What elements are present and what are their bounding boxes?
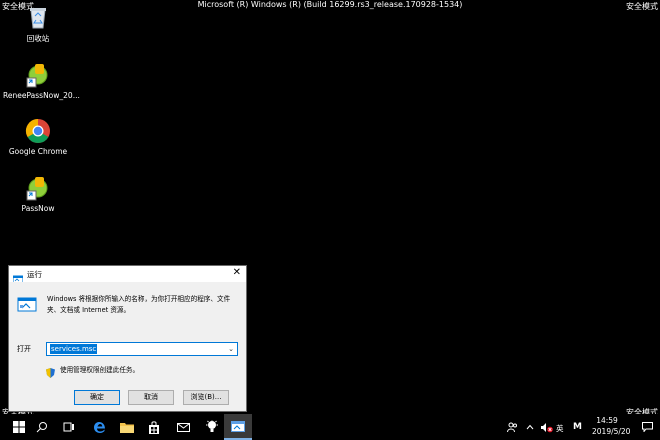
cancel-button[interactable]: 取消 — [128, 390, 174, 405]
run-dialog-title: 运行 — [27, 269, 42, 279]
action-center-icon[interactable] — [640, 414, 654, 440]
clock-time: 14:59 — [596, 416, 618, 425]
task-view-icon[interactable] — [58, 414, 80, 440]
desktop-icon-reneepassnow[interactable]: ReneePassNow_20... — [3, 62, 80, 100]
desktop-icon-label: PassNow — [21, 204, 55, 213]
search-icon[interactable] — [31, 414, 53, 440]
tips-icon[interactable] — [200, 414, 224, 440]
mail-icon[interactable] — [172, 414, 194, 440]
run-titlebar[interactable]: 运行 ✕ — [9, 266, 246, 284]
ime-mode-indicator[interactable]: 英 — [556, 423, 564, 434]
run-app-icon — [12, 269, 24, 284]
windows-build-title: Microsoft (R) Windows (R) (Build 16299.r… — [197, 0, 463, 9]
ok-button[interactable]: 确定 — [74, 390, 120, 405]
ime-letter-indicator[interactable]: M — [573, 422, 582, 432]
shield-icon — [46, 363, 55, 378]
store-icon[interactable] — [143, 414, 165, 440]
desktop-icon-recycle-bin[interactable]: 回收站 — [5, 4, 71, 44]
browse-button[interactable]: 浏览(B)... — [183, 390, 229, 405]
edge-icon[interactable] — [88, 414, 110, 440]
clock[interactable]: 14:59 2019/5/20 — [592, 416, 631, 436]
run-footer: 确定 取消 浏览(B)... — [9, 383, 246, 411]
reneepassnow-icon — [25, 62, 51, 88]
desktop-icon-passnow[interactable]: PassNow — [3, 175, 73, 213]
close-icon[interactable]: ✕ — [233, 268, 241, 278]
taskbar-run-item[interactable] — [224, 414, 252, 440]
run-dialog: 运行 ✕ Windows 将根据你所输入的名称，为你打开相应的程序、文件夹、文档… — [8, 265, 247, 412]
run-large-icon — [17, 296, 37, 312]
run-body: Windows 将根据你所输入的名称，为你打开相应的程序、文件夹、文档或 Int… — [9, 282, 246, 382]
taskbar: 英 M 14:59 2019/5/20 — [0, 414, 660, 440]
open-label: 打开 — [17, 345, 31, 353]
open-input-value: services.msc — [50, 344, 98, 354]
desktop-icon-chrome[interactable]: Google Chrome — [3, 118, 73, 156]
speaker-muted-icon[interactable] — [538, 414, 554, 440]
admin-note: 使用管理权限创建此任务。 — [60, 366, 140, 374]
run-description: Windows 将根据你所输入的名称，为你打开相应的程序、文件夹、文档或 Int… — [47, 295, 231, 314]
chevron-down-icon[interactable]: ⌄ — [228, 345, 234, 353]
desktop-icon-label: 回收站 — [26, 34, 50, 43]
clock-date: 2019/5/20 — [592, 427, 631, 436]
file-explorer-icon[interactable] — [116, 414, 138, 440]
chevron-up-icon[interactable] — [523, 414, 537, 440]
recycle-bin-icon — [25, 4, 51, 30]
desktop-icon-label: Google Chrome — [8, 147, 68, 156]
passnow-icon — [25, 175, 51, 201]
desktop-icon-label: ReneePassNow_20... — [3, 91, 80, 100]
open-input[interactable]: services.msc ⌄ — [46, 342, 238, 356]
chrome-icon — [25, 118, 51, 144]
start-button[interactable] — [6, 414, 32, 440]
people-icon[interactable] — [505, 414, 519, 440]
